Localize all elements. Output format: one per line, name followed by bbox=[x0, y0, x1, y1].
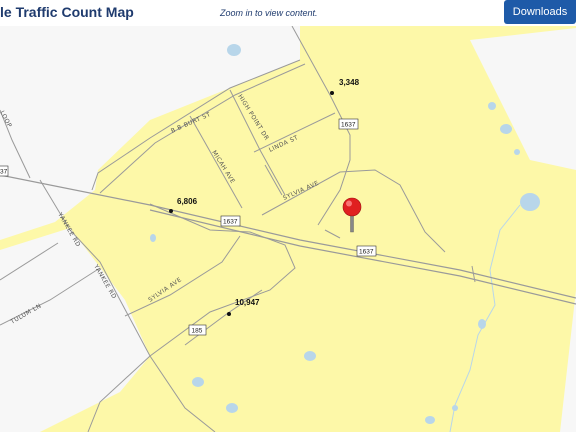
count-label: 3,348 bbox=[339, 78, 360, 87]
shield-1637-mid: 1637 bbox=[220, 215, 241, 227]
shield-1637-east: 1637 bbox=[356, 245, 377, 257]
pond bbox=[226, 403, 238, 413]
shield-edge-text: 37 bbox=[0, 169, 8, 176]
count-label: 10,947 bbox=[235, 298, 260, 307]
pond bbox=[425, 416, 435, 424]
shield-1637-east-text: 1637 bbox=[359, 249, 374, 256]
count-dot[interactable] bbox=[330, 91, 334, 95]
pond bbox=[500, 124, 512, 134]
zoom-hint: Zoom in to view content. bbox=[220, 8, 318, 18]
shield-185-text: 185 bbox=[192, 328, 203, 335]
pond bbox=[150, 234, 156, 242]
pond bbox=[304, 351, 316, 361]
shield-185: 185 bbox=[188, 324, 207, 336]
shield-edge: 37 bbox=[0, 165, 9, 177]
app-header: le Traffic Count Map Zoom in to view con… bbox=[0, 0, 576, 26]
count-label: 6,806 bbox=[177, 197, 198, 206]
shield-1637-north: 1637 bbox=[338, 118, 359, 130]
pond bbox=[520, 193, 540, 211]
pond bbox=[514, 149, 520, 155]
count-dot[interactable] bbox=[227, 312, 231, 316]
pond bbox=[192, 377, 204, 387]
count-dot[interactable] bbox=[169, 209, 173, 213]
pond bbox=[227, 44, 241, 56]
pond bbox=[488, 102, 496, 110]
shield-1637-mid-text: 1637 bbox=[223, 219, 238, 226]
downloads-button[interactable]: Downloads bbox=[504, 0, 576, 24]
app-title: le Traffic Count Map bbox=[0, 4, 134, 20]
map-canvas[interactable]: B B BURT ST HIGH POINT DR LINDA ST MICAH… bbox=[0, 26, 576, 432]
shield-1637-north-text: 1637 bbox=[341, 122, 356, 129]
